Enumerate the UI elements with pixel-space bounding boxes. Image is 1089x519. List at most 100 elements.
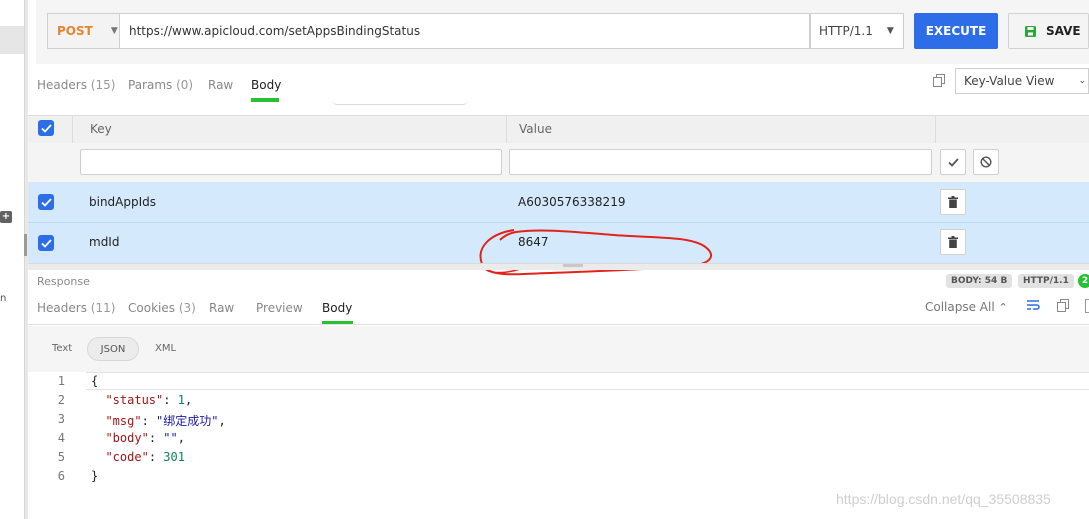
new-value-input[interactable] (509, 149, 932, 175)
json-key: "code" (105, 450, 149, 464)
format-bar (28, 326, 1089, 372)
resp-tab-headers[interactable]: Headers (11) (37, 301, 115, 315)
copy-icon[interactable] (1057, 299, 1069, 312)
code-line: "code": 301 (105, 450, 185, 464)
json-value: 301 (163, 450, 185, 464)
json-key: "status" (105, 393, 164, 407)
execute-button[interactable]: EXECUTE (914, 13, 998, 49)
left-selected-item[interactable] (0, 26, 24, 54)
format-text-button[interactable]: Text (52, 343, 72, 354)
line-number: 3 (57, 412, 65, 426)
delete-row-button[interactable] (940, 189, 966, 215)
tab-body-label: Body (251, 78, 282, 92)
check-icon (40, 197, 52, 207)
json-value: "" (163, 431, 178, 445)
tab-body[interactable]: Body (251, 78, 281, 92)
confirm-button[interactable] (940, 149, 966, 175)
copy-icon[interactable] (933, 74, 945, 87)
method-select[interactable]: POST ▼ (47, 13, 119, 49)
collapse-all-label: Collapse All (925, 300, 995, 314)
view-mode-select[interactable]: Key-Value View ⌄ (955, 68, 1089, 94)
line-number: 6 (57, 469, 65, 483)
resp-tab-cookies-label: Cookies (128, 301, 175, 315)
resp-tab-preview-label: Preview (256, 301, 303, 315)
status-code-badge: 2 (1078, 274, 1089, 288)
resp-tab-preview[interactable]: Preview (256, 301, 303, 315)
resp-tab-body[interactable]: Body (322, 301, 352, 315)
code-line: "msg": "绑定成功", (105, 414, 226, 428)
resp-tab-raw-label: Raw (209, 301, 235, 315)
tab-raw-label: Raw (208, 78, 234, 92)
add-icon[interactable]: + (0, 211, 12, 223)
column-header-value: Value (519, 122, 552, 136)
save-button[interactable]: SAVE (1008, 13, 1089, 49)
row-value[interactable]: A6030576338219 (518, 195, 625, 209)
tab-raw[interactable]: Raw (208, 78, 233, 92)
new-key-input[interactable] (80, 149, 502, 175)
json-open-brace: { (91, 374, 99, 388)
wrap-lines-icon[interactable] (1027, 299, 1040, 311)
line-number: 1 (57, 374, 65, 388)
code-line: "body": "", (105, 431, 185, 445)
http-version-label: HTTP/1.1 (819, 24, 873, 38)
json-value: 1 (177, 393, 185, 407)
code-line: "status": 1, (105, 393, 193, 407)
active-tab-indicator (251, 98, 279, 102)
resp-tab-raw[interactable]: Raw (209, 301, 234, 315)
resp-tab-headers-label: Headers (37, 301, 87, 315)
caret-down-icon: ▼ (886, 26, 894, 36)
tabs-bottom-border (28, 324, 1089, 325)
tab-params-label: Params (128, 78, 173, 92)
column-divider (506, 115, 507, 143)
chevron-down-icon: ⌄ (1078, 76, 1086, 86)
chevron-up-icon: ⌃ (998, 301, 1008, 314)
left-partial-text: n (0, 293, 7, 304)
row-checkbox[interactable] (38, 235, 54, 251)
json-value: "绑定成功" (156, 414, 219, 428)
trash-icon (948, 196, 958, 208)
caret-down-icon: ▼ (110, 26, 118, 36)
resp-tab-cookies[interactable]: Cookies (3) (128, 301, 196, 315)
save-icon (1025, 25, 1036, 37)
trash-icon (948, 236, 958, 248)
http-version-badge: HTTP/1.1 (1018, 274, 1074, 288)
format-xml-button[interactable]: XML (155, 343, 176, 354)
row-key[interactable]: mdId (89, 235, 119, 249)
response-label: Response (37, 275, 90, 288)
format-json-button[interactable]: JSON (87, 337, 139, 361)
json-key: "body" (105, 431, 149, 445)
watermark: https://blog.csdn.net/qq_35508835 (836, 491, 1051, 507)
check-icon (947, 157, 959, 167)
row-checkbox[interactable] (38, 194, 54, 210)
divider-grip[interactable] (24, 234, 27, 256)
row-key[interactable]: bindAppIds (89, 195, 156, 209)
column-header-key: Key (90, 122, 112, 136)
code-line: } (91, 469, 98, 483)
body-size-badge: BODY: 54 B (946, 274, 1013, 288)
url-input[interactable]: https://www.apicloud.com/setAppsBindingS… (119, 13, 810, 49)
resp-tab-cookies-count: (3) (178, 301, 196, 315)
panel-splitter[interactable] (28, 263, 1089, 270)
tab-headers[interactable]: Headers (15) (37, 78, 115, 92)
collapse-all-button[interactable]: Collapse All ⌃ (925, 300, 1008, 314)
tab-params-count: (0) (176, 78, 194, 92)
json-close-brace: } (91, 469, 99, 483)
tab-headers-label: Headers (37, 78, 87, 92)
red-circle-annotation (479, 229, 713, 276)
splitter-grip[interactable] (563, 264, 583, 267)
http-version-select[interactable]: HTTP/1.1 ▼ (810, 13, 904, 49)
line-number: 5 (57, 450, 65, 464)
block-icon (980, 156, 992, 168)
table-header (28, 115, 1089, 145)
line-number: 4 (57, 431, 65, 445)
code-line: { (91, 374, 98, 388)
select-all-checkbox[interactable] (38, 120, 54, 136)
resp-tab-headers-count: (11) (90, 301, 116, 315)
delete-row-button[interactable] (940, 229, 966, 255)
tab-hint-shape (332, 100, 468, 105)
column-divider (935, 115, 936, 143)
line-number: 2 (57, 393, 65, 407)
cancel-button[interactable] (973, 149, 999, 175)
resp-tab-body-label: Body (322, 301, 353, 315)
tab-params[interactable]: Params (0) (128, 78, 193, 92)
